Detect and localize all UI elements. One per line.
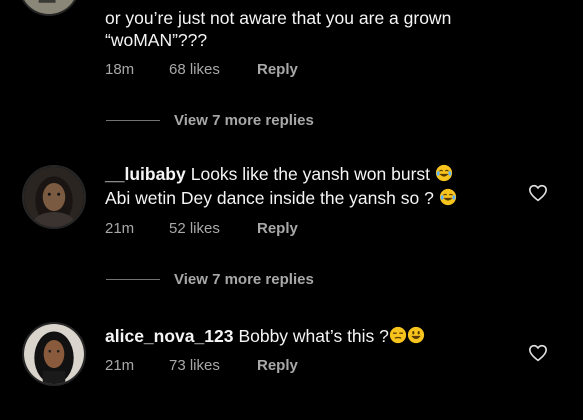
comment-likes[interactable]: 73 likes — [169, 357, 257, 374]
comment-text: alice_nova_123 Bobby what’s this ? — [105, 325, 525, 347]
view-replies-label: View 7 more replies — [174, 271, 314, 288]
heart-outline-icon[interactable] — [528, 184, 548, 202]
comment-text: __luibaby Looks like the yansh won burst — [105, 163, 525, 185]
avatar-image — [24, 324, 84, 384]
reply-button[interactable]: Reply — [257, 357, 298, 374]
comment-body: Looks like the yansh won burst — [190, 164, 431, 184]
smiley-emoji-icon — [407, 326, 425, 344]
avatar[interactable] — [22, 165, 86, 229]
comment-text-line: “woMAN”??? — [105, 30, 208, 50]
comment-likes[interactable]: 68 likes — [169, 61, 257, 78]
view-more-replies-button[interactable]: View 7 more replies — [106, 271, 314, 288]
view-more-replies-button[interactable]: View 7 more replies — [106, 112, 314, 129]
comment-body: Bobby what’s this ? — [238, 326, 389, 346]
joy-emoji-icon — [435, 164, 453, 182]
comment-meta: 21m 52 likes Reply — [105, 220, 298, 237]
comment-meta: 18m 68 likes Reply — [105, 61, 298, 78]
comment-time: 21m — [105, 357, 135, 374]
heart-outline-icon[interactable] — [528, 344, 548, 362]
comment-username[interactable]: __luibaby — [105, 164, 186, 184]
joy-emoji-icon — [439, 188, 456, 206]
comment-meta: 21m 73 likes Reply — [105, 357, 298, 374]
comment-likes[interactable]: 52 likes — [169, 220, 257, 237]
comment-time: 18m — [105, 61, 135, 78]
reply-button[interactable]: Reply — [257, 61, 298, 78]
comment-text-line: Abi wetin Dey dance inside the yansh so … — [105, 187, 525, 209]
comment-username[interactable]: alice_nova_123 — [105, 326, 233, 346]
reply-button[interactable]: Reply — [257, 220, 298, 237]
comment-time: 21m — [105, 220, 135, 237]
avatar-image — [24, 167, 84, 227]
avatar[interactable] — [22, 322, 86, 386]
avatar[interactable] — [18, 0, 80, 16]
unamused-emoji-icon — [389, 326, 407, 344]
avatar-image — [20, 0, 78, 14]
divider-line — [106, 279, 160, 280]
comment-text-line: or you’re just not aware that you are a … — [105, 8, 452, 28]
view-replies-label: View 7 more replies — [174, 112, 314, 129]
divider-line — [106, 120, 160, 121]
